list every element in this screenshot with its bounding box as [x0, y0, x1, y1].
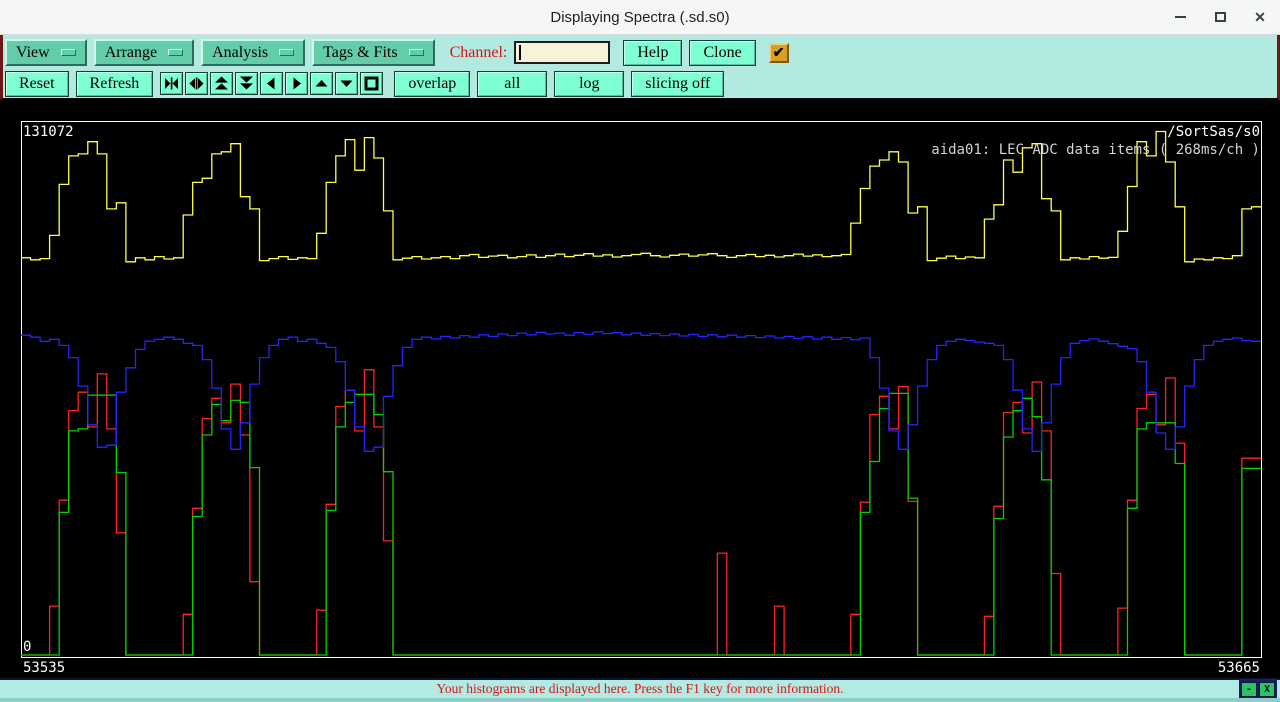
- close-icon: ✕: [1254, 10, 1266, 24]
- down-arrow-icon: [339, 76, 354, 91]
- fast-up-button[interactable]: [210, 72, 233, 95]
- log-button[interactable]: log: [554, 71, 624, 97]
- x-axis-min-label: 53535: [23, 660, 65, 676]
- window-controls: ✕: [1172, 0, 1268, 34]
- status-bar: Your histograms are displayed here. Pres…: [0, 678, 1280, 702]
- mini-window-controls: - X: [1239, 679, 1277, 698]
- clone-label: Clone: [703, 44, 741, 62]
- menu-arrange-label: Arrange: [105, 44, 157, 62]
- option-menu-indicator-icon: [168, 49, 183, 56]
- expand-x-icon: [189, 76, 204, 91]
- minimize-button[interactable]: [1172, 9, 1188, 25]
- spectrum-info-label: aida01: LEC ADC data items ( 268ms/ch ): [931, 142, 1260, 158]
- slicing-label: slicing off: [645, 75, 710, 93]
- double-down-arrow-icon: [239, 76, 254, 91]
- trace-blue: [21, 332, 1261, 451]
- mini-minimize-icon: -: [1246, 685, 1252, 695]
- help-button[interactable]: Help: [623, 40, 682, 66]
- slicing-button[interactable]: slicing off: [631, 71, 724, 97]
- help-label: Help: [637, 44, 668, 62]
- maximize-icon: [1215, 12, 1226, 22]
- toolbar: View Arrange Analysis Tags & Fits Channe…: [0, 35, 1280, 101]
- y-axis-max-label: 131072: [23, 124, 74, 140]
- scroll-down-button[interactable]: [335, 72, 358, 95]
- scroll-up-button[interactable]: [310, 72, 333, 95]
- text-cursor: [519, 45, 521, 60]
- spectrum-display-area[interactable]: 131072 /SortSas/s0 aida01: LEC ADC data …: [0, 100, 1280, 678]
- option-menu-indicator-icon: [61, 49, 76, 56]
- menu-tags-fits-label: Tags & Fits: [323, 44, 397, 62]
- minimize-icon: [1175, 16, 1186, 18]
- menu-view[interactable]: View: [5, 39, 87, 66]
- left-arrow-icon: [264, 76, 279, 91]
- all-label: all: [504, 75, 520, 93]
- clone-button[interactable]: Clone: [689, 40, 755, 66]
- spectrum-path-label: /SortSas/s0: [1167, 124, 1260, 140]
- reset-button[interactable]: Reset: [5, 71, 69, 97]
- all-button[interactable]: all: [477, 71, 547, 97]
- up-arrow-icon: [314, 76, 329, 91]
- menu-row: View Arrange Analysis Tags & Fits Channe…: [5, 38, 1275, 67]
- checkmark-icon: ✔: [773, 44, 785, 61]
- plot-frame: [22, 122, 1262, 658]
- spectrum-canvas: [21, 121, 1263, 660]
- channel-label: Channel:: [450, 44, 508, 62]
- refresh-label: Refresh: [90, 75, 140, 93]
- compress-x-icon: [164, 76, 179, 91]
- menu-view-label: View: [16, 44, 50, 62]
- display-checkbox[interactable]: ✔: [769, 43, 789, 63]
- trace-green: [21, 393, 1261, 655]
- log-label: log: [579, 75, 599, 93]
- expand-x-button[interactable]: [185, 72, 208, 95]
- overlap-button[interactable]: overlap: [394, 71, 470, 97]
- mini-minimize-button[interactable]: -: [1241, 682, 1257, 697]
- mini-close-button[interactable]: X: [1259, 682, 1275, 697]
- full-view-button[interactable]: [360, 72, 383, 95]
- trace-red: [21, 370, 1261, 655]
- menu-analysis-label: Analysis: [212, 44, 268, 62]
- double-up-arrow-icon: [214, 76, 229, 91]
- menu-arrange[interactable]: Arrange: [94, 39, 194, 66]
- reset-label: Reset: [19, 75, 55, 93]
- channel-input[interactable]: [514, 41, 610, 64]
- square-icon: [364, 76, 379, 91]
- title-bar: Displaying Spectra (.sd.s0) ✕: [0, 0, 1280, 35]
- status-message: Your histograms are displayed here. Pres…: [0, 680, 1280, 697]
- menu-analysis[interactable]: Analysis: [201, 39, 305, 66]
- refresh-button[interactable]: Refresh: [76, 71, 154, 97]
- scroll-right-button[interactable]: [285, 72, 308, 95]
- mini-close-icon: X: [1264, 685, 1270, 695]
- y-axis-min-label: 0: [23, 639, 31, 655]
- option-menu-indicator-icon: [279, 49, 294, 56]
- right-arrow-icon: [289, 76, 304, 91]
- menu-tags-fits[interactable]: Tags & Fits: [312, 39, 434, 66]
- maximize-button[interactable]: [1212, 9, 1228, 25]
- close-button[interactable]: ✕: [1252, 9, 1268, 25]
- fast-down-button[interactable]: [235, 72, 258, 95]
- x-axis-max-label: 53665: [1218, 660, 1260, 676]
- overlap-label: overlap: [408, 75, 456, 93]
- scroll-left-button[interactable]: [260, 72, 283, 95]
- action-row: Reset Refresh: [5, 69, 1275, 98]
- option-menu-indicator-icon: [409, 49, 424, 56]
- compress-x-button[interactable]: [160, 72, 183, 95]
- window-title: Displaying Spectra (.sd.s0): [550, 9, 729, 26]
- navigation-icon-strip: [160, 72, 383, 95]
